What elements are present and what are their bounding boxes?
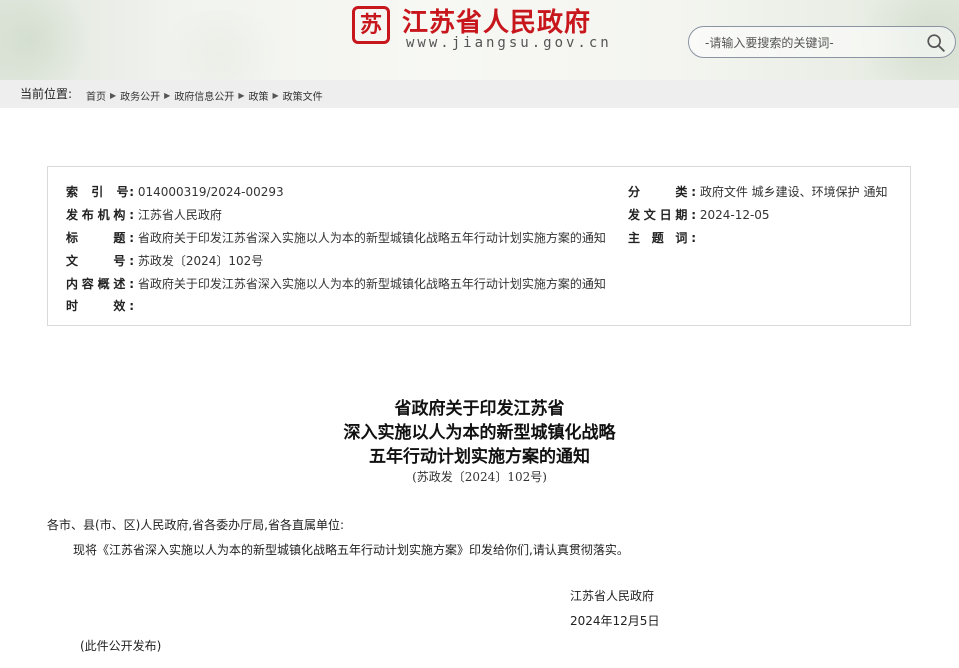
document-paragraph: 现将《江苏省深入实施以人为本的新型城镇化战略五年行动计划实施方案》印发给你们,请… bbox=[73, 543, 629, 557]
signature-org: 江苏省人民政府 bbox=[570, 589, 655, 603]
document-title-line-1: 省政府关于印发江苏省 bbox=[394, 399, 565, 419]
search-icon[interactable] bbox=[925, 32, 947, 54]
document-metadata-box: 索 引 号: 014000319/2024-00293 分 类: 政府文件 城乡… bbox=[47, 166, 911, 326]
breadcrumb-item-policy[interactable]: 政策 bbox=[248, 88, 268, 103]
site-url: www.jiangsu.gov.cn bbox=[406, 35, 612, 51]
meta-value: 江苏省人民政府 bbox=[137, 208, 222, 222]
site-header: 苏 江苏省人民政府 www.jiangsu.gov.cn bbox=[0, 0, 959, 80]
breadcrumb-item-policy-docs[interactable]: 政策文件 bbox=[283, 88, 323, 103]
chevron-right-icon: ▶ bbox=[110, 91, 117, 100]
meta-key: 标 题: bbox=[66, 231, 134, 245]
meta-subject-words: 主 题 词: bbox=[628, 229, 696, 246]
meta-value: 省政府关于印发江苏省深入实施以人为本的新型城镇化战略五年行动计划实施方案的通知 bbox=[137, 277, 606, 291]
search-box bbox=[688, 26, 956, 58]
meta-title: 标 题: 省政府关于印发江苏省深入实施以人为本的新型城镇化战略五年行动计划实施方… bbox=[66, 229, 606, 246]
breadcrumb-item-info-disclosure[interactable]: 政府信息公开 bbox=[174, 88, 234, 103]
meta-key: 时 效: bbox=[66, 299, 134, 313]
meta-key: 内容概述: bbox=[66, 277, 134, 291]
meta-key: 文 号: bbox=[66, 254, 134, 268]
meta-key: 发布机构: bbox=[66, 208, 134, 222]
meta-value: 2024-12-05 bbox=[699, 208, 770, 222]
meta-key: 分 类: bbox=[628, 185, 696, 199]
document-title-line-3: 五年行动计划实施方案的通知 bbox=[369, 447, 590, 467]
chevron-right-icon: ▶ bbox=[238, 91, 245, 100]
meta-issue-date: 发文日期: 2024-12-05 bbox=[628, 206, 770, 223]
meta-value: 苏政发〔2024〕102号 bbox=[137, 254, 264, 268]
meta-index-number: 索 引 号: 014000319/2024-00293 bbox=[66, 183, 284, 200]
breadcrumb-item-gov-affairs[interactable]: 政务公开 bbox=[120, 88, 160, 103]
site-logo-emblem[interactable]: 苏 bbox=[352, 6, 390, 44]
meta-validity: 时 效: bbox=[66, 297, 134, 314]
breadcrumb-label: 当前位置: bbox=[20, 87, 73, 101]
document-title-line-2: 深入实施以人为本的新型城镇化战略 bbox=[343, 423, 616, 443]
publication-note: (此件公开发布) bbox=[80, 639, 162, 653]
document-salutation: 各市、县(市、区)人民政府,省各委办厅局,省各直属单位: bbox=[47, 518, 345, 532]
meta-value: 省政府关于印发江苏省深入实施以人为本的新型城镇化战略五年行动计划实施方案的通知 bbox=[137, 231, 606, 245]
meta-issuer: 发布机构: 江苏省人民政府 bbox=[66, 206, 222, 223]
breadcrumb-item-home[interactable]: 首页 bbox=[86, 88, 106, 103]
meta-key: 发文日期: bbox=[628, 208, 696, 222]
breadcrumb: 当前位置: 首页 ▶ 政务公开 ▶ 政府信息公开 ▶ 政策 ▶ 政策文件 bbox=[0, 80, 959, 108]
meta-summary: 内容概述: 省政府关于印发江苏省深入实施以人为本的新型城镇化战略五年行动计划实施… bbox=[66, 275, 606, 292]
chevron-right-icon: ▶ bbox=[164, 91, 171, 100]
breadcrumb-items: 首页 ▶ 政务公开 ▶ 政府信息公开 ▶ 政策 ▶ 政策文件 bbox=[86, 88, 323, 103]
search-input[interactable] bbox=[703, 32, 917, 54]
meta-value: 政府文件 城乡建设、环境保护 通知 bbox=[699, 185, 888, 199]
meta-doc-number: 文 号: 苏政发〔2024〕102号 bbox=[66, 252, 263, 269]
meta-key: 主 题 词: bbox=[628, 231, 696, 245]
signature-date: 2024年12月5日 bbox=[570, 614, 660, 628]
site-title[interactable]: 江苏省人民政府 bbox=[402, 2, 591, 39]
meta-category: 分 类: 政府文件 城乡建设、环境保护 通知 bbox=[628, 183, 887, 200]
meta-key: 索 引 号: bbox=[66, 185, 134, 199]
chevron-right-icon: ▶ bbox=[272, 91, 279, 100]
document-number: (苏政发〔2024〕102号) bbox=[412, 470, 547, 484]
meta-value: 014000319/2024-00293 bbox=[137, 185, 284, 199]
